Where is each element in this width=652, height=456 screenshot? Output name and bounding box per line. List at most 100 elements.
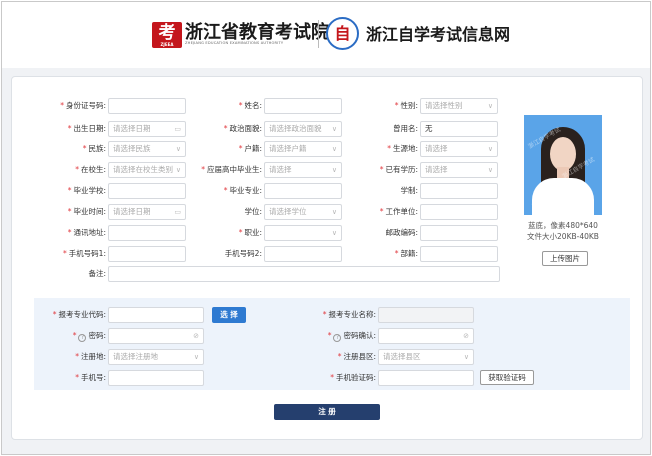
chevron-down-icon: ∨ [331,229,337,237]
chevron-down-icon: ∨ [175,145,181,153]
work-unit-input[interactable] [420,204,498,220]
in-school-select[interactable]: 请选择在校生类别 ∨ [108,162,186,178]
department-label: * 部籍: [394,249,418,258]
grad-major-input[interactable] [264,183,342,199]
work-unit-label: * 工作单位: [379,207,418,216]
sms-code-label: * 手机验证码: [330,373,376,382]
major-name-input [378,307,474,323]
registration-card: * 身份证号码: * 姓名: * 性别: 请选择性别 ∨ * 出生日期: 请选择日期 ▭ *… [11,76,643,440]
remarks-label: 备注: [88,269,106,278]
sms-code-input[interactable] [378,370,474,386]
former-name-input[interactable]: 无 [420,121,498,137]
get-code-button[interactable]: 获取验证码 [480,370,534,385]
grad-school-label: * 毕业学校: [67,186,106,195]
select-major-button[interactable]: 选 择 [212,307,246,323]
phone1-label: * 手机号码1: [62,249,106,258]
education-label: * 已有学历: [379,165,418,174]
site-header: 考 ZJEEA 浙江省教育考试院 ZHEJIANG EDUCATION EXAM… [2,2,650,68]
photo-size: 文件大小20KB-40KB [527,232,599,241]
chevron-down-icon: ∨ [331,166,337,174]
site2-title: 浙江自学考试信息网 [366,25,511,44]
site-subtitle: ZHEJIANG EDUCATION EXAMINATIONS AUTHORIT… [185,41,284,45]
address-input[interactable] [108,225,186,241]
phone2-label: 手机号码2: [224,249,262,258]
chevron-down-icon: ∨ [463,353,469,361]
hs-graduate-label: * 应届高中毕业生: [201,165,262,174]
former-name-label: 曾用名: [392,124,418,133]
mobile-label: * 手机号: [75,373,106,382]
chevron-down-icon: ∨ [175,166,181,174]
political-status-select[interactable]: 请选择政治面貌 ∨ [264,121,342,137]
calendar-icon: ▭ [174,125,181,133]
id-photo: 浙江自学考试 浙江自学考试 浙江自学考试 [524,115,602,215]
ethnicity-select[interactable]: 请选择民族 ∨ [108,141,186,157]
mobile-input[interactable] [108,370,204,386]
chevron-down-icon: ∨ [487,145,493,153]
phone2-input[interactable] [264,246,342,262]
occupation-select[interactable]: ∨ [264,225,342,241]
help-icon[interactable]: ? [78,334,87,342]
calendar-icon: ▭ [174,208,181,216]
degree-select[interactable]: 请选择学位 ∨ [264,204,342,220]
hs-graduate-select[interactable]: 请选择 ∨ [264,162,342,178]
political-status-label: * 政治面貌: [223,124,262,133]
reg-county-select[interactable]: 请选择县区 ∨ [378,349,474,365]
name-input[interactable] [264,98,342,114]
reg-county-label: * 注册县区: [337,352,376,361]
exam-authority-logo: 考 ZJEEA [152,22,182,48]
student-source-select[interactable]: 请选择 ∨ [420,141,498,157]
grad-school-input[interactable] [108,183,186,199]
upload-photo-button[interactable]: 上传图片 [542,251,588,266]
department-input[interactable] [420,246,498,262]
phone1-input[interactable] [108,246,186,262]
education-select[interactable]: 请选择 ∨ [420,162,498,178]
remarks-input[interactable] [108,266,500,282]
password-confirm-label: *? 密码确认: [327,331,376,342]
header-divider [318,20,319,48]
major-code-input[interactable] [108,307,204,323]
chevron-down-icon: ∨ [193,353,199,361]
password-confirm-input[interactable]: ⊘ [378,328,474,344]
grad-major-label: * 毕业专业: [223,186,262,195]
degree-label: 学位: [244,207,262,216]
eye-off-icon[interactable]: ⊘ [463,329,469,343]
self-study-logo: 自 [326,17,359,50]
postal-code-input[interactable] [420,225,498,241]
major-code-label: * 报考专业代码: [52,310,106,319]
reg-city-label: * 注册地: [75,352,106,361]
in-school-label: * 在校生: [75,165,106,174]
gender-label: * 性别: [394,101,418,110]
grad-date-label: * 毕业时间: [67,207,106,216]
account-section: * 报考专业代码: 选 择 * 报考专业名称: *? 密码: ⊘ *? 密码确认: ⊘ … [34,298,630,390]
photo-spec: 蓝底，像素480*640 [528,221,598,230]
id-number-input[interactable] [108,98,186,114]
password-label: *? 密码: [72,331,106,342]
household-type-label: * 户籍: [238,144,262,153]
address-label: * 通讯地址: [67,228,106,237]
chevron-down-icon: ∨ [331,145,337,153]
major-name-label: * 报考专业名称: [322,310,376,319]
reg-city-select[interactable]: 请选择注册地 ∨ [108,349,204,365]
study-length-label: 学制: [400,186,418,195]
chevron-down-icon: ∨ [331,125,337,133]
birth-date-picker[interactable]: 请选择日期 ▭ [108,121,186,137]
id-number-label: * 身份证号码: [60,101,106,110]
logo-mark-small: ZJEEA [160,42,174,47]
chevron-down-icon: ∨ [487,102,493,110]
chevron-down-icon: ∨ [331,208,337,216]
occupation-label: * 职业: [238,228,262,237]
page-frame: 考 ZJEEA 浙江省教育考试院 ZHEJIANG EDUCATION EXAM… [1,1,651,455]
ethnicity-label: * 民族: [82,144,106,153]
household-type-select[interactable]: 请选择户籍 ∨ [264,141,342,157]
register-button[interactable]: 注 册 [274,404,380,420]
eye-off-icon[interactable]: ⊘ [193,329,199,343]
help-icon[interactable]: ? [333,334,342,342]
postal-code-label: 邮政编码: [385,228,418,237]
logo-mark-text: 考 [158,23,176,43]
grad-date-picker[interactable]: 请选择日期 ▭ [108,204,186,220]
birth-date-label: * 出生日期: [67,124,106,133]
password-input[interactable]: ⊘ [108,328,204,344]
gender-select[interactable]: 请选择性别 ∨ [420,98,498,114]
study-length-input[interactable] [420,183,498,199]
student-source-label: * 生源地: [387,144,418,153]
